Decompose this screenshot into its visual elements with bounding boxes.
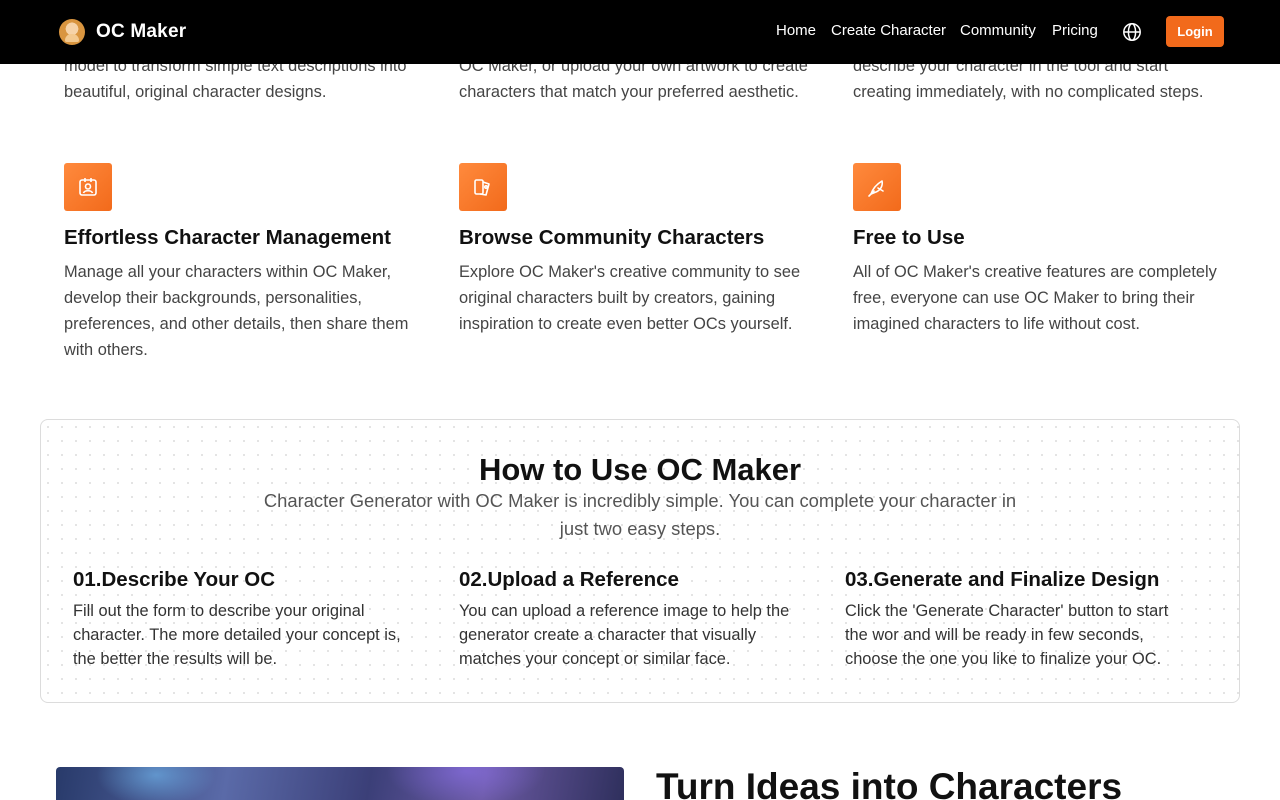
step-description: You can upload a reference image to help… <box>459 602 790 668</box>
feature-description: Explore OC Maker's creative community to… <box>459 263 801 333</box>
step-description: Click the 'Generate Character' button to… <box>845 602 1169 668</box>
nav-create-character[interactable]: Create Character <box>831 22 946 39</box>
id-badge-icon <box>64 163 112 211</box>
nav-community[interactable]: Community <box>960 22 1036 39</box>
avatar-logo <box>59 19 85 45</box>
step-title: 03.Generate and Finalize Design <box>845 568 1160 591</box>
globe-icon[interactable] <box>1122 22 1142 42</box>
feature-description: Manage all your characters within OC Mak… <box>64 263 409 359</box>
nav-pricing[interactable]: Pricing <box>1052 22 1098 39</box>
feature-title: Browse Community Characters <box>459 226 765 249</box>
feature-title: Free to Use <box>853 226 965 249</box>
step-title: 01.Describe Your OC <box>73 568 276 591</box>
login-button[interactable]: Login <box>1166 16 1224 47</box>
brand-name: OC Maker <box>96 21 187 42</box>
step-description: Fill out the form to describe your origi… <box>73 602 401 668</box>
section-title: Turn Ideas into Characters <box>656 766 1123 800</box>
step-title: 02.Upload a Reference <box>459 568 679 591</box>
section-subtitle: Character Generator with OC Maker is inc… <box>263 490 1017 539</box>
section-title: How to Use OC Maker <box>478 452 802 487</box>
bird-icon <box>853 163 901 211</box>
how-to-section: How to Use OC Maker Character Generator … <box>40 419 1240 703</box>
character-showcase-image <box>56 767 624 800</box>
feature-description: All of OC Maker's creative features are … <box>853 263 1217 333</box>
top-nav-bar: OC Maker Home Create Character Community… <box>0 0 1280 64</box>
brand-link[interactable]: OC Maker <box>59 19 186 45</box>
nav-home[interactable]: Home <box>776 22 816 39</box>
gallery-icon <box>459 163 507 211</box>
feature-title: Effortless Character Management <box>64 226 391 249</box>
